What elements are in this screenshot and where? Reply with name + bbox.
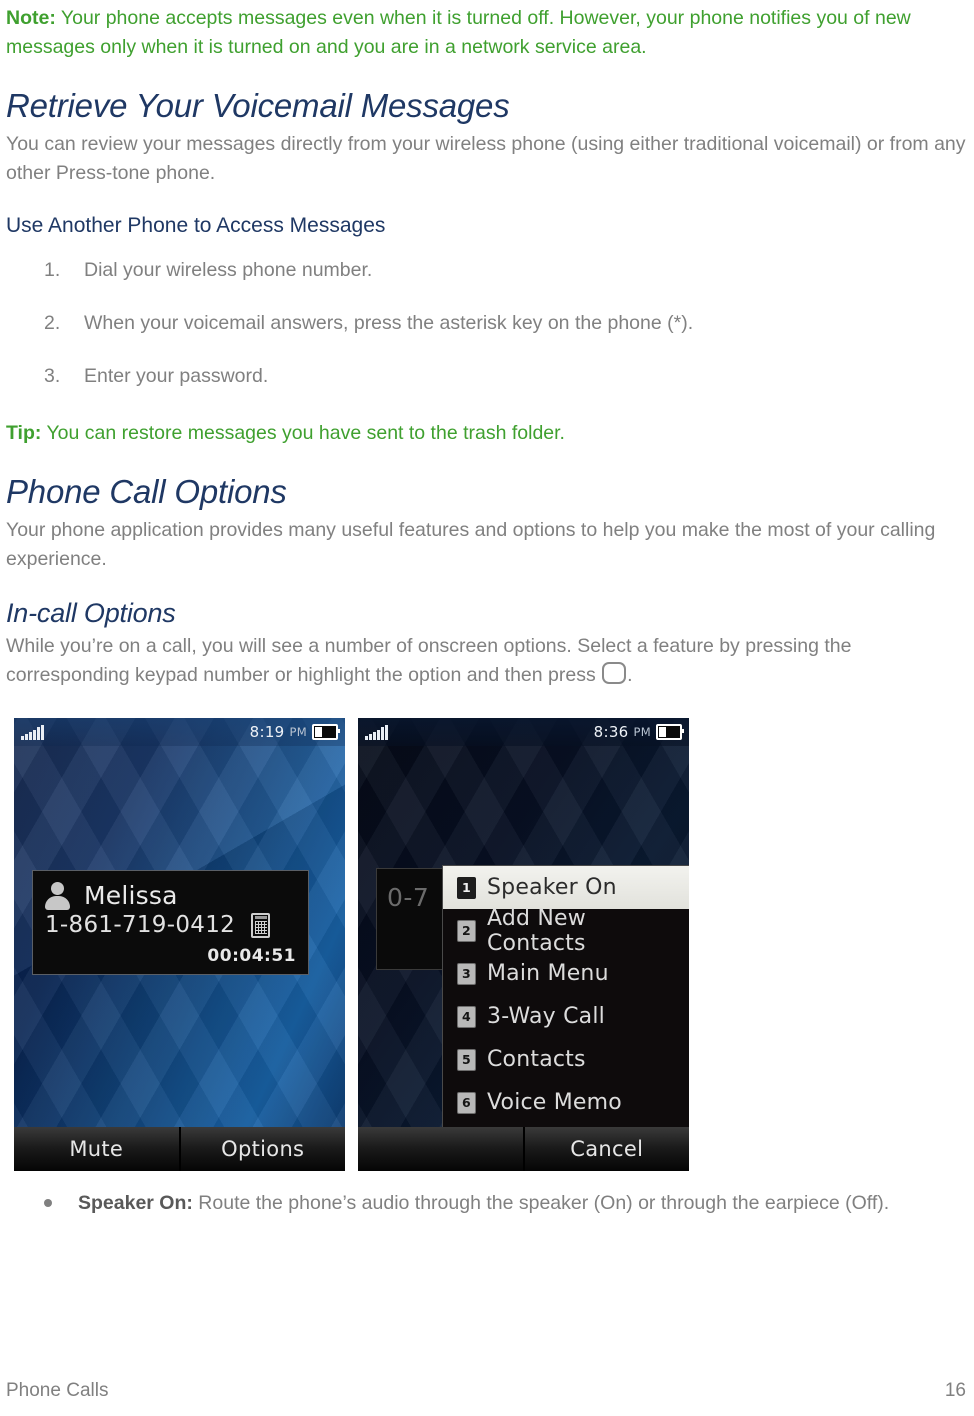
menu-item-label: Speaker On: [487, 875, 617, 900]
page-footer: Phone Calls 16: [6, 1380, 966, 1402]
signal-bars-icon: [21, 724, 44, 740]
heading-in-call-options: In-call Options: [6, 598, 176, 628]
call-card-name-row: Melissa: [45, 881, 296, 910]
paragraph-voicemail-intro: You can review your messages directly fr…: [6, 133, 966, 184]
bullet-dot-icon: [44, 1199, 52, 1207]
list-item: 2. When your voicemail answers, press the…: [6, 309, 966, 338]
in-call-text-part2: .: [627, 664, 633, 686]
document-page: Note: Your phone accepts messages even w…: [0, 0, 974, 1416]
note-label: Note:: [6, 7, 56, 29]
battery-low-icon: [312, 724, 340, 740]
tip-callout: Tip: You can restore messages you have s…: [6, 415, 966, 448]
signal-bars-icon: [365, 724, 388, 740]
menu-item-voice-memo[interactable]: 6 Voice Memo: [443, 1081, 689, 1124]
call-duration: 00:04:51: [207, 946, 296, 966]
menu-item-label: Contacts: [487, 1047, 586, 1072]
status-clock: 8:19: [249, 723, 285, 741]
voicemail-steps-list: 1. Dial your wireless phone number. 2. Whe…: [6, 256, 966, 391]
phone-status-bar: 8:36 PM: [358, 718, 689, 746]
phone-status-bar: 8:19 PM: [14, 718, 345, 746]
heading-phone-call-options: Phone Call Options: [6, 473, 287, 510]
call-info-card: Melissa 1-861-719-0412 00:04:51: [32, 870, 309, 975]
footer-section-title: Phone Calls: [6, 1380, 109, 1401]
in-call-options-bullet-list: Speaker On: Route the phone’s audio thro…: [6, 1189, 966, 1218]
list-item: Speaker On: Route the phone’s audio thro…: [6, 1189, 966, 1218]
menu-item-contacts[interactable]: 5 Contacts: [443, 1038, 689, 1081]
list-item: 1. Dial your wireless phone number.: [6, 256, 966, 285]
key-number-badge: 4: [457, 1005, 476, 1028]
step-number: 3.: [44, 365, 61, 387]
status-clock: 8:36: [593, 723, 629, 741]
status-right-group: 8:36 PM: [593, 723, 684, 741]
menu-item-add-new-contacts[interactable]: 2 Add New Contacts: [443, 906, 689, 956]
footer-page-number: 16: [944, 1380, 966, 1401]
list-item: 3. Enter your password.: [6, 362, 966, 391]
ok-key-icon: [602, 662, 627, 684]
tip-label: Tip:: [6, 422, 42, 444]
softkey-left-empty[interactable]: [358, 1127, 525, 1171]
menu-item-label: 3-Way Call: [487, 1004, 605, 1029]
step-text: Dial your wireless phone number.: [84, 259, 373, 281]
step-text: Enter your password.: [84, 365, 269, 387]
status-ampm: PM: [289, 725, 307, 739]
paragraph-options-intro: Your phone application provides many use…: [6, 519, 936, 570]
battery-low-icon: [656, 724, 684, 740]
handset-icon: [251, 912, 271, 938]
softkey-cancel[interactable]: Cancel: [524, 1127, 689, 1171]
heading-retrieve-voicemail: Retrieve Your Voicemail Messages: [6, 87, 510, 124]
caller-number: 1-861-719-0412: [45, 912, 236, 938]
in-call-text-part1: While you’re on a call, you will see a n…: [6, 635, 852, 686]
phone-softkey-bar: Mute Options: [14, 1127, 345, 1171]
note-text: Your phone accepts messages even when it…: [6, 7, 911, 58]
menu-item-3-way-call[interactable]: 4 3-Way Call: [443, 995, 689, 1038]
status-right-group: 8:19 PM: [249, 723, 340, 741]
key-number-badge: 2: [457, 919, 476, 942]
in-call-options-menu: 1 Speaker On 2 Add New Contacts 3 Main M…: [442, 865, 689, 1140]
menu-item-label: Voice Memo: [487, 1090, 622, 1115]
bullet-term: Speaker On:: [78, 1192, 193, 1214]
step-number: 2.: [44, 312, 61, 334]
menu-item-label: Add New Contacts: [487, 905, 586, 956]
step-number: 1.: [44, 259, 61, 281]
note-callout: Note: Your phone accepts messages even w…: [6, 0, 966, 62]
figure-phone-options-menu-screen: 8:36 PM 0-7 1 Speaker On 2 Add New Conta…: [358, 718, 689, 1171]
key-number-badge: 1: [457, 876, 476, 899]
tip-text: You can restore messages you have sent t…: [41, 422, 565, 444]
phone-softkey-bar: Cancel: [358, 1127, 689, 1171]
heading-use-another-phone: Use Another Phone to Access Messages: [6, 214, 386, 237]
caller-name: Melissa: [84, 881, 178, 910]
key-number-badge: 5: [457, 1048, 476, 1071]
key-number-badge: 3: [457, 962, 476, 985]
softkey-mute[interactable]: Mute: [14, 1127, 181, 1171]
figure-phone-incall-screen: 8:19 PM Melissa 1-861-719-0412 00:04:51 …: [14, 718, 345, 1171]
bullet-text: Route the phone’s audio through the spea…: [192, 1192, 890, 1214]
figure-row-phone-screens: 8:19 PM Melissa 1-861-719-0412 00:04:51 …: [14, 718, 966, 1171]
menu-item-main-menu[interactable]: 3 Main Menu: [443, 952, 689, 995]
person-icon: [45, 881, 70, 910]
menu-item-label: Main Menu: [487, 961, 609, 986]
key-number-badge: 6: [457, 1091, 476, 1114]
softkey-options[interactable]: Options: [180, 1127, 345, 1171]
step-text: When your voicemail answers, press the a…: [84, 312, 694, 334]
menu-item-speaker-on[interactable]: 1 Speaker On: [443, 866, 689, 909]
call-card-number-row: 1-861-719-0412: [45, 912, 296, 938]
status-ampm: PM: [633, 725, 651, 739]
paragraph-in-call-intro: While you’re on a call, you will see a n…: [6, 632, 966, 690]
